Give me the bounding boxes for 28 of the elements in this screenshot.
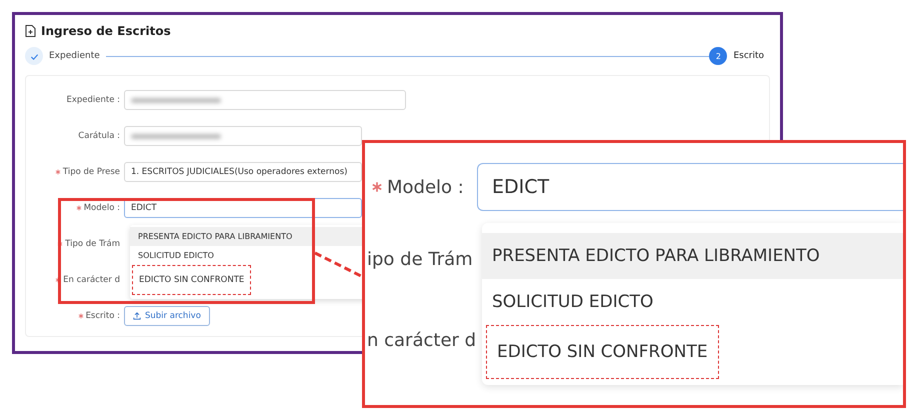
field-label: n carácter d xyxy=(367,330,478,351)
select-field[interactable]: EDICT xyxy=(477,163,903,211)
field-label: En carácter d xyxy=(63,275,120,285)
step-number: 2 xyxy=(709,47,728,65)
field-label: Modelo : xyxy=(387,176,464,198)
upload-icon xyxy=(133,312,141,320)
text-field[interactable] xyxy=(124,90,406,110)
document-icon xyxy=(25,25,36,37)
field-label: ipo de Trám xyxy=(367,249,474,270)
field-label: Expediente : xyxy=(66,95,120,105)
field-label: Modelo : xyxy=(84,203,120,213)
field-label: Carátula : xyxy=(78,131,120,141)
check-icon xyxy=(25,47,43,65)
dropdown-option[interactable]: EDICTO SIN CONFRONTE xyxy=(132,265,252,295)
dropdown-option[interactable]: SOLICITUD EDICTO xyxy=(482,279,903,325)
upload-button[interactable]: Subir archivo xyxy=(124,306,210,326)
step-label[interactable]: Escrito xyxy=(733,51,764,61)
select-field[interactable]: 1. ESCRITOS JUDICIALES(Uso operadores externos) xyxy=(124,162,362,182)
dropdown-option[interactable]: PRESENTA EDICTO PARA LIBRAMIENTO xyxy=(482,233,903,279)
window-title: Ingreso de Escritos xyxy=(41,24,171,38)
select-field[interactable]: EDICT xyxy=(124,198,362,218)
field-label: Tipo de Trám xyxy=(65,239,120,249)
field-label: Escrito : xyxy=(86,311,120,321)
step-label[interactable]: Expediente xyxy=(49,51,100,61)
required-icon xyxy=(371,181,383,193)
text-field[interactable] xyxy=(124,126,362,146)
dropdown-option[interactable]: EDICTO SIN CONFRONTE xyxy=(486,325,719,379)
field-label: Tipo de Prese xyxy=(62,167,120,177)
